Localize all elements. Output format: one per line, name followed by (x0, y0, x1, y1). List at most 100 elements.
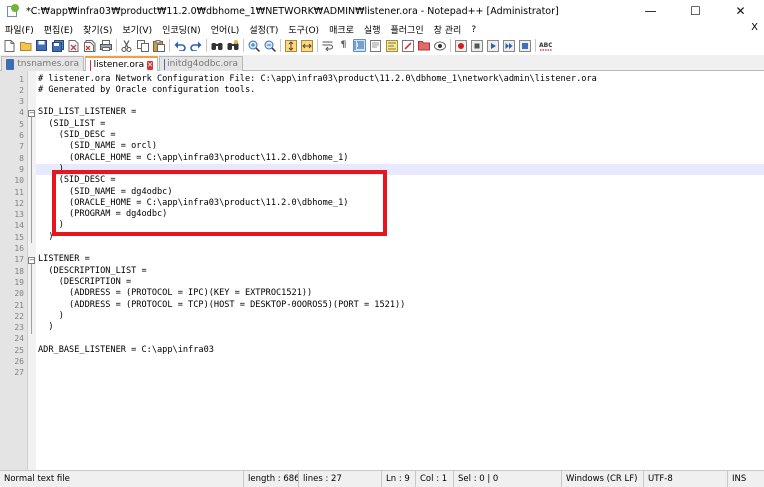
line-number: 6 (19, 131, 24, 140)
monitoring-icon[interactable] (433, 39, 446, 52)
status-eol[interactable]: Windows (CR LF) (561, 471, 643, 487)
line-number: 26 (14, 357, 24, 366)
udl-icon[interactable] (369, 39, 382, 52)
line-number: 27 (14, 368, 24, 378)
editor[interactable]: 1 2 3 4 5 6 7 8 9 10 11 12 13 14 15 16 1… (0, 71, 764, 470)
fold-toggle-icon[interactable]: − (28, 110, 35, 117)
word-wrap-icon[interactable] (321, 39, 334, 52)
menu-edit[interactable]: 편집(E) (39, 23, 78, 36)
code-line: (ADDRESS = (PROTOCOL = TCP)(HOST = DESKT… (38, 299, 406, 310)
zoom-in-icon[interactable] (247, 39, 260, 52)
status-encoding[interactable]: UTF-8 (643, 471, 727, 487)
tab-label: initdg4odbc.ora (167, 59, 238, 69)
show-all-chars-icon[interactable]: ¶ (337, 39, 350, 52)
tab-tnsnames[interactable]: tnsnames.ora (1, 56, 84, 71)
redo-icon[interactable] (189, 39, 202, 52)
menu-macro[interactable]: 매크로 (324, 23, 359, 36)
code-line: ADR_BASE_LISTENER = C:\app\infra03 (38, 344, 214, 355)
line-number: 16 (14, 244, 24, 253)
code-line: (DESCRIPTION = (38, 276, 132, 287)
minimize-button[interactable]: — (628, 0, 673, 22)
menu-file[interactable]: 파일(F) (0, 23, 39, 36)
menu-plugins[interactable]: 플러그인 (385, 23, 428, 36)
folder-workspace-icon[interactable] (417, 39, 430, 52)
save-macro-icon[interactable] (518, 39, 531, 52)
fold-toggle-icon[interactable]: − (28, 257, 35, 264)
menu-view[interactable]: 보기(V) (117, 23, 157, 36)
line-number: 23 (14, 323, 24, 333)
line-number: 24 (14, 334, 24, 344)
tab-close-icon[interactable]: ✕ (147, 60, 153, 70)
line-number: 10 (14, 176, 24, 186)
open-file-icon[interactable] (19, 39, 32, 52)
menu-tools[interactable]: 도구(O) (283, 23, 324, 36)
paste-icon[interactable] (152, 39, 165, 52)
save-all-icon[interactable] (51, 39, 64, 52)
code-line: ) (38, 322, 54, 333)
toolbar-separator (317, 39, 318, 52)
menu-settings[interactable]: 설정(T) (244, 23, 283, 36)
fold-margin: − − (28, 71, 36, 470)
status-bar: Normal text file length : 686 lines : 27… (0, 470, 764, 487)
toolbar-separator (535, 39, 536, 52)
menu-run[interactable]: 실행 (359, 23, 386, 36)
new-file-icon[interactable] (3, 39, 16, 52)
stop-macro-icon[interactable] (470, 39, 483, 52)
tab-initdg4odbc[interactable]: initdg4odbc.ora (159, 56, 243, 71)
line-number: 2 (19, 85, 24, 95)
line-number: 3 (19, 97, 24, 107)
tab-label: listener.ora (93, 60, 145, 70)
close-document-button[interactable]: X (751, 22, 758, 33)
copy-icon[interactable] (136, 39, 149, 52)
menu-search[interactable]: 찾기(S) (78, 23, 117, 36)
menu-help[interactable]: ? (466, 25, 481, 35)
tab-listener[interactable]: listener.ora ✕ (85, 56, 158, 72)
code-line: (DESCRIPTION_LIST = (38, 265, 147, 276)
record-macro-icon[interactable] (454, 39, 467, 52)
menu-encoding[interactable]: 인코딩(N) (157, 23, 206, 36)
code-line: (ORACLE_HOME = C:\app\infra03\product\11… (38, 152, 349, 163)
spell-check-icon[interactable]: ABC (539, 39, 552, 52)
menu-bar: 파일(F) 편집(E) 찾기(S) 보기(V) 인코딩(N) 언어(L) 설정(… (0, 22, 764, 37)
replace-icon[interactable] (226, 39, 239, 52)
function-list-icon[interactable] (401, 39, 414, 52)
file-modified-icon (90, 59, 91, 71)
line-number: 17 (14, 255, 24, 265)
fold-guide (31, 114, 32, 243)
run-macro-multiple-icon[interactable] (502, 39, 515, 52)
indent-guide-icon[interactable] (353, 39, 366, 52)
line-number-gutter: 1 2 3 4 5 6 7 8 9 10 11 12 13 14 15 16 1… (0, 71, 28, 470)
print-icon[interactable] (99, 39, 112, 52)
code-line: LISTENER = (38, 254, 90, 265)
code-line: (ADDRESS = (PROTOCOL = IPC)(KEY = EXTPRO… (38, 288, 313, 299)
line-number: 9 (19, 164, 24, 174)
doc-map-icon[interactable] (385, 39, 398, 52)
undo-icon[interactable] (173, 39, 186, 52)
close-window-button[interactable]: ✕ (718, 0, 763, 22)
code-line: (SID_DESC = (38, 130, 116, 140)
menu-language[interactable]: 언어(L) (206, 23, 245, 36)
tab-label: tnsnames.ora (17, 59, 79, 69)
menu-window[interactable]: 창 관리 (429, 23, 467, 36)
close-all-icon[interactable] (83, 39, 96, 52)
line-number: 15 (14, 232, 24, 242)
line-number: 12 (14, 198, 24, 208)
status-lines: lines : 27 (298, 471, 381, 487)
cut-icon[interactable] (120, 39, 133, 52)
close-icon[interactable] (67, 39, 80, 52)
red-highlight-box (52, 170, 387, 236)
line-number: 8 (19, 153, 24, 163)
sync-horizontal-icon[interactable] (300, 39, 313, 52)
line-number: 14 (14, 221, 24, 231)
save-icon[interactable] (35, 39, 48, 52)
code-area[interactable]: # listener.ora Network Configuration Fil… (36, 71, 764, 470)
play-macro-icon[interactable] (486, 39, 499, 52)
status-mode[interactable]: INS (727, 471, 764, 487)
zoom-out-icon[interactable] (263, 39, 276, 52)
maximize-button[interactable]: ☐ (673, 0, 718, 22)
find-icon[interactable] (210, 39, 223, 52)
tab-bar: tnsnames.ora listener.ora ✕ initdg4odbc.… (0, 55, 764, 72)
sync-vertical-icon[interactable] (284, 39, 297, 52)
